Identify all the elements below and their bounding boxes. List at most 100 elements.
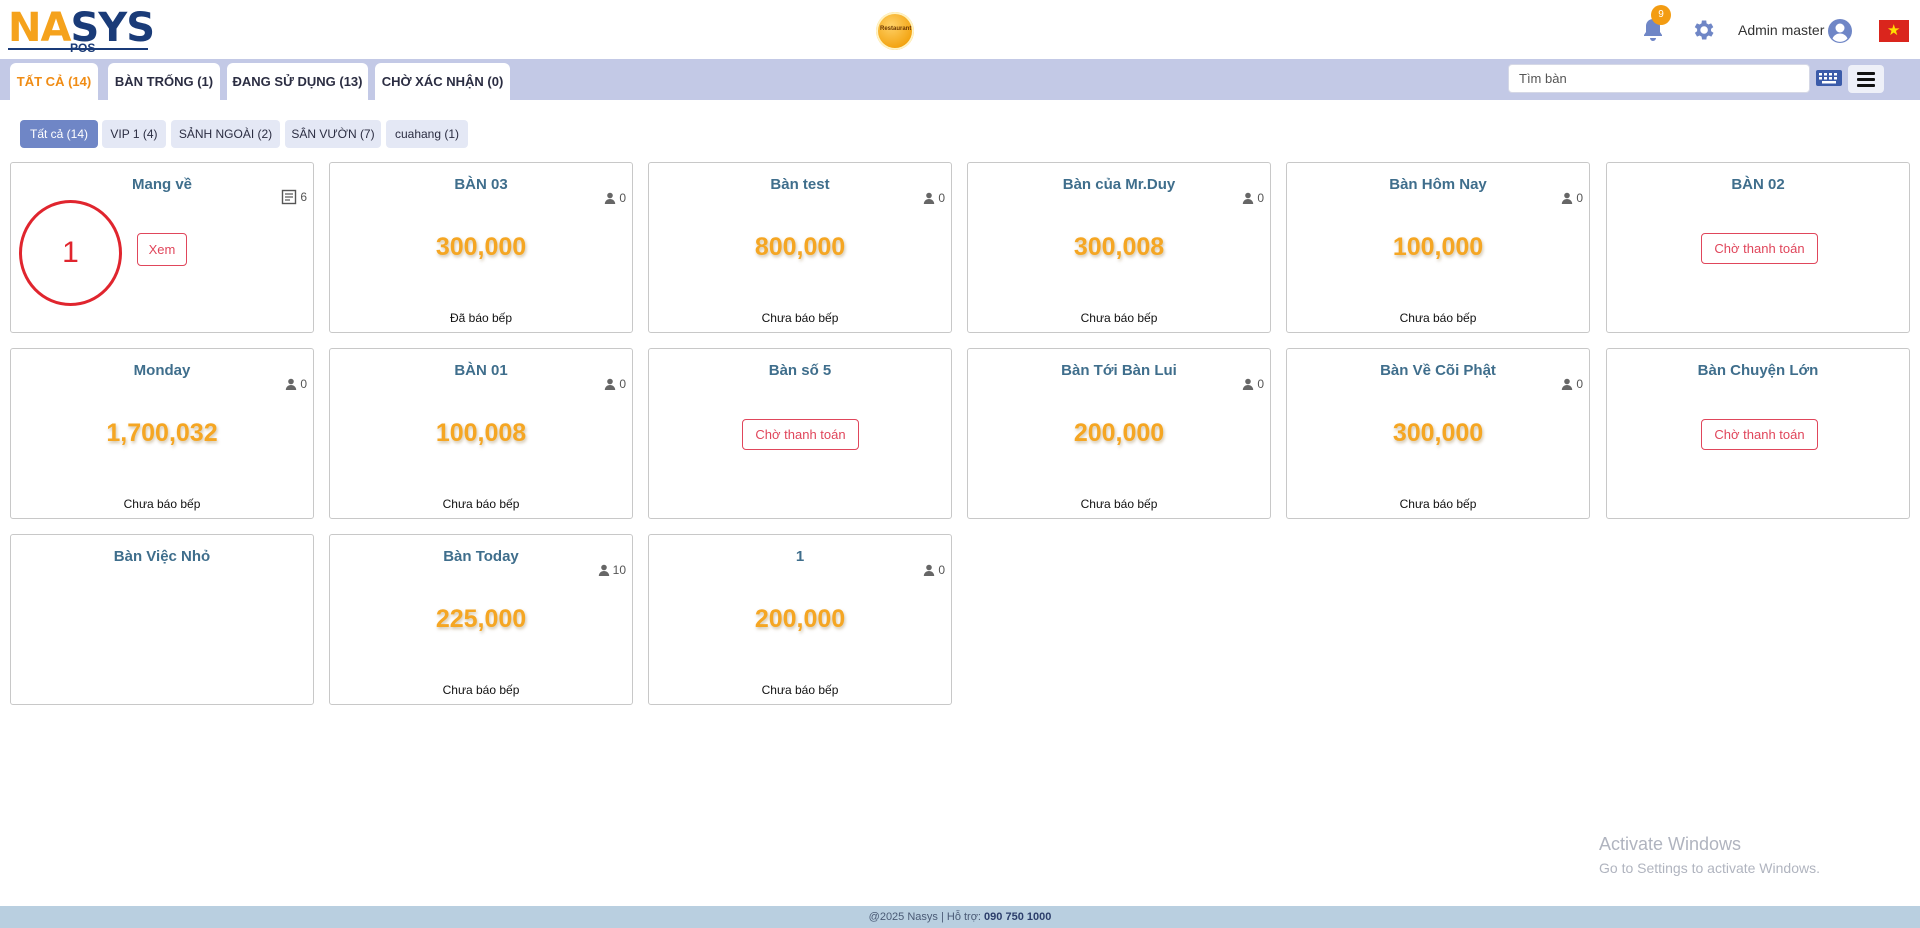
- order-count: 6: [281, 189, 307, 205]
- table-name: Mang về: [131, 176, 192, 193]
- table-card[interactable]: Bàn số 5 Chờ thanh toán: [648, 348, 952, 519]
- person-icon: [598, 564, 609, 576]
- guest-count-value: 0: [1576, 191, 1583, 205]
- guest-count: 0: [1561, 377, 1583, 391]
- table-card[interactable]: Bàn Việc Nhỏ: [10, 534, 314, 705]
- tab-pending-confirm[interactable]: CHỜ XÁC NHẬN (0): [375, 63, 510, 100]
- receipt-icon: [282, 189, 297, 205]
- kitchen-status: Chưa báo bếp: [123, 497, 201, 511]
- notification-badge: 9: [1651, 5, 1671, 25]
- table-card[interactable]: Bàn Chuyện Lớn Chờ thanh toán: [1606, 348, 1910, 519]
- awaiting-payment-button[interactable]: Chờ thanh toán: [1701, 419, 1818, 450]
- filter-all[interactable]: Tất cả (14): [20, 120, 98, 148]
- table-status-tabbar: TẤT CẢ (14) BÀN TRỐNG (1) ĐANG SỬ DỤNG (…: [0, 59, 1920, 100]
- search-table-input[interactable]: [1508, 64, 1810, 93]
- person-icon: [605, 192, 616, 204]
- table-amount: 100,000: [1392, 233, 1484, 261]
- table-card[interactable]: Bàn Hôm Nay 0 100,000 Chưa báo bếp: [1286, 162, 1590, 333]
- person-icon: [605, 378, 616, 390]
- table-name: BÀN 03: [454, 176, 508, 193]
- table-card[interactable]: Bàn Tới Bàn Lui 0 200,000 Chưa báo bếp: [967, 348, 1271, 519]
- tab-empty-tables[interactable]: BÀN TRỐNG (1): [108, 63, 220, 100]
- guest-count: 0: [1242, 377, 1264, 391]
- vietnam-flag-icon[interactable]: ★: [1879, 20, 1909, 42]
- table-name: 1: [795, 548, 805, 565]
- hamburger-menu-icon[interactable]: [1848, 65, 1884, 93]
- guest-count: 0: [923, 191, 945, 205]
- tab-in-use[interactable]: ĐANG SỬ DỤNG (13): [227, 63, 368, 100]
- tab-all[interactable]: TẤT CẢ (14): [10, 63, 98, 100]
- guest-count-value: 10: [612, 563, 626, 577]
- kitchen-status: Chưa báo bếp: [442, 683, 520, 697]
- table-name: Bàn Chuyện Lớn: [1697, 362, 1819, 379]
- menu-line: [1857, 78, 1875, 81]
- table-amount: 300,000: [435, 233, 527, 261]
- table-amount: 300,008: [1073, 233, 1165, 261]
- table-name: Bàn của Mr.Duy: [1062, 176, 1176, 193]
- awaiting-payment-button[interactable]: Chờ thanh toán: [742, 419, 859, 450]
- table-name: Bàn Today: [443, 548, 519, 565]
- table-card[interactable]: BÀN 01 0 100,008 Chưa báo bếp: [329, 348, 633, 519]
- table-card[interactable]: BÀN 03 0 300,000 Đã báo bếp: [329, 162, 633, 333]
- table-card[interactable]: Bàn Today 10 225,000 Chưa báo bếp: [329, 534, 633, 705]
- table-name: Bàn Việc Nhỏ: [113, 548, 211, 565]
- table-amount: 225,000: [435, 605, 527, 633]
- logo-part-ys: YS: [98, 5, 155, 51]
- person-icon: [924, 192, 935, 204]
- filter-cuahang[interactable]: cuahang (1): [386, 120, 468, 148]
- table-card[interactable]: BÀN 02 Chờ thanh toán: [1606, 162, 1910, 333]
- windows-activation-subtitle: Go to Settings to activate Windows.: [1599, 860, 1820, 876]
- table-card[interactable]: Bàn test 0 800,000 Chưa báo bếp: [648, 162, 952, 333]
- guest-count: 10: [598, 563, 626, 577]
- keyboard-icon[interactable]: [1815, 65, 1843, 91]
- table-amount: 200,000: [754, 605, 846, 633]
- table-amount: 1,700,032: [106, 419, 218, 447]
- person-icon: [1562, 192, 1573, 204]
- guest-count-value: 0: [1257, 191, 1264, 205]
- kitchen-status: Chưa báo bếp: [761, 683, 839, 697]
- top-header: NASYS POS Restaurant 9 Admin master ★: [0, 0, 1920, 59]
- kitchen-status: Đã báo bếp: [449, 311, 513, 325]
- guest-count-value: 0: [619, 377, 626, 391]
- kitchen-status: Chưa báo bếp: [442, 497, 520, 511]
- windows-activation-title: Activate Windows: [1599, 834, 1742, 854]
- logo-part-na: NA: [8, 5, 71, 51]
- table-card[interactable]: 1 0 200,000 Chưa báo bếp: [648, 534, 952, 705]
- filter-vip1[interactable]: VIP 1 (4): [102, 120, 166, 148]
- guest-count: 0: [923, 563, 945, 577]
- kitchen-status: Chưa báo bếp: [761, 311, 839, 325]
- restaurant-emblem-icon: Restaurant: [876, 12, 914, 50]
- guest-count: 0: [1242, 191, 1264, 205]
- order-count-value: 6: [300, 190, 307, 204]
- annotation-number: 1: [62, 236, 79, 269]
- gear-icon[interactable]: [1690, 17, 1716, 43]
- user-name[interactable]: Admin master: [1738, 22, 1824, 38]
- annotation-circle: 1: [19, 200, 122, 306]
- logo-subtitle: POS: [70, 41, 96, 55]
- table-name: Bàn số 5: [768, 362, 832, 379]
- awaiting-payment-button[interactable]: Chờ thanh toán: [1701, 233, 1818, 264]
- guest-count-value: 0: [938, 563, 945, 577]
- person-icon: [286, 378, 297, 390]
- guest-count: 0: [604, 191, 626, 205]
- filter-garden[interactable]: SÂN VƯỜN (7): [285, 120, 381, 148]
- user-avatar-icon[interactable]: [1827, 18, 1853, 44]
- table-amount: 200,000: [1073, 419, 1165, 447]
- view-button[interactable]: Xem: [137, 233, 187, 266]
- table-card[interactable]: Bàn Về Cõi Phật 0 300,000 Chưa báo bếp: [1286, 348, 1590, 519]
- table-card[interactable]: Bàn của Mr.Duy 0 300,008 Chưa báo bếp: [967, 162, 1271, 333]
- footer-text: @2025 Nasys | Hỗ trợ:: [868, 911, 985, 923]
- table-name: Bàn Tới Bàn Lui: [1061, 362, 1177, 379]
- table-amount: 800,000: [754, 233, 846, 261]
- table-card[interactable]: Monday 0 1,700,032 Chưa báo bếp: [10, 348, 314, 519]
- person-icon: [1243, 378, 1254, 390]
- table-name: Bàn Hôm Nay: [1389, 176, 1487, 193]
- emblem-text: Restaurant: [880, 26, 912, 32]
- menu-line: [1857, 84, 1875, 87]
- table-name: Bàn Về Cõi Phật: [1380, 362, 1496, 379]
- kitchen-status: Chưa báo bếp: [1399, 311, 1477, 325]
- takeaway-card[interactable]: Mang về 6 1 Xem: [10, 162, 314, 333]
- nasys-pos-logo[interactable]: NASYS POS: [8, 5, 155, 55]
- guest-count-value: 0: [938, 191, 945, 205]
- filter-outer-hall[interactable]: SẢNH NGOÀI (2): [171, 120, 280, 148]
